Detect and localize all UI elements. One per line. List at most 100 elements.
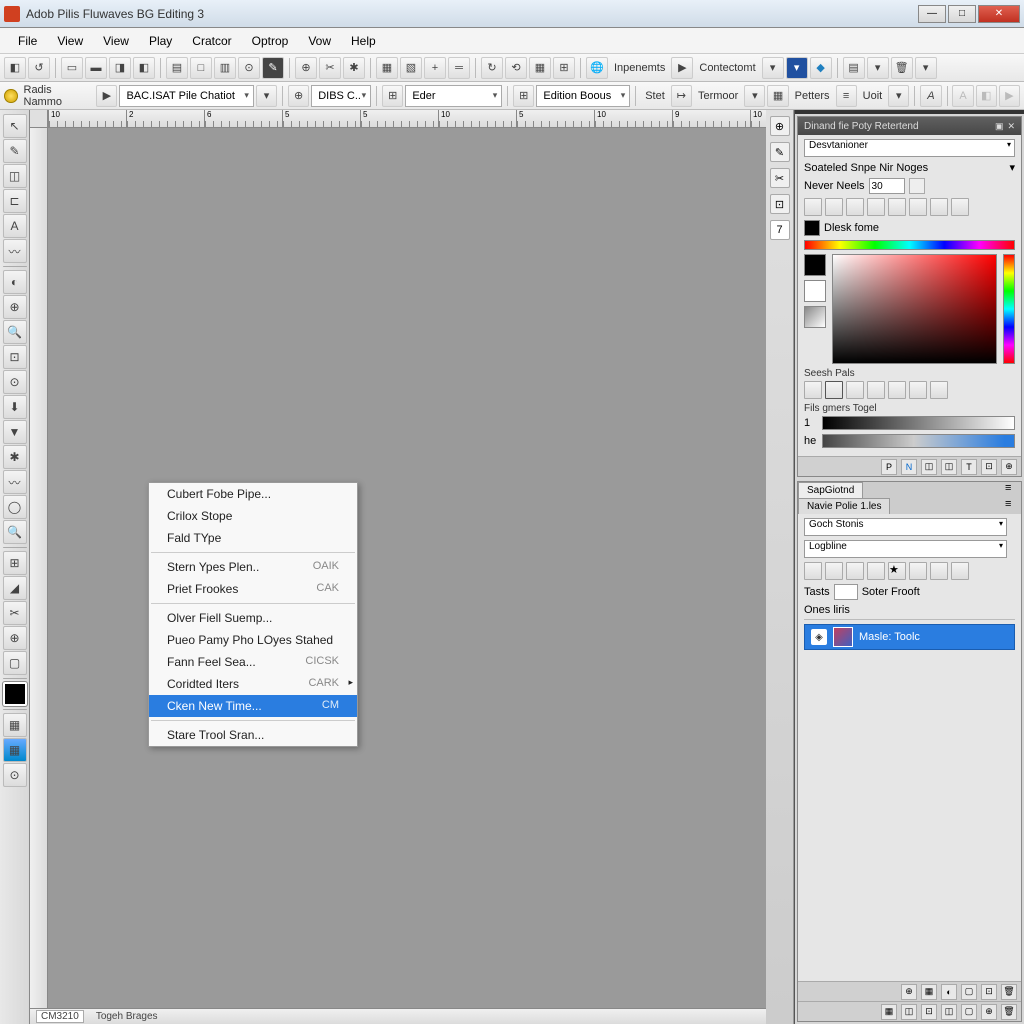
color-well-bg[interactable]: [804, 280, 826, 302]
close-icon[interactable]: ✕: [1007, 121, 1015, 132]
tool-icon[interactable]: ⬇: [3, 395, 27, 419]
tool-btn[interactable]: ▾: [786, 57, 808, 79]
tool-btn[interactable]: ⊕: [288, 85, 309, 107]
tool-btn[interactable]: ⊞: [553, 57, 575, 79]
tab-navie[interactable]: Navie Polie 1.les: [798, 498, 890, 514]
menu-view-2[interactable]: View: [93, 30, 139, 52]
text-a-icon[interactable]: A: [920, 85, 941, 107]
context-menu-item[interactable]: Coridted ItersCARK▸: [149, 673, 357, 695]
plus-icon[interactable]: +: [424, 57, 446, 79]
tool-icon[interactable]: ✱: [3, 445, 27, 469]
icon-btn[interactable]: [804, 381, 822, 399]
context-menu-item[interactable]: Pueo Pamy Pho LOyes Stahed: [149, 629, 357, 651]
tool-btn[interactable]: ↻: [481, 57, 503, 79]
desvtanioner-dropdown[interactable]: Desvtanioner: [804, 139, 1015, 157]
type-tool-icon[interactable]: A: [3, 214, 27, 238]
tool-icon[interactable]: ⊙: [3, 763, 27, 787]
tool-btn[interactable]: ⊞: [513, 85, 534, 107]
pointer-tool-icon[interactable]: ↖: [3, 114, 27, 138]
footer-icon[interactable]: ⊕: [1001, 459, 1017, 475]
icon-btn[interactable]: [825, 198, 843, 216]
tool-btn[interactable]: ≡: [836, 85, 857, 107]
maximize-button[interactable]: □: [948, 5, 976, 23]
layer-row[interactable]: ◈ Masle: Toolc: [804, 624, 1015, 650]
tool-btn[interactable]: ▦: [376, 57, 398, 79]
edition-dropdown[interactable]: Edition Boous: [536, 85, 630, 107]
foreground-color-swatch[interactable]: [3, 682, 27, 706]
icon-btn[interactable]: [909, 562, 927, 580]
icon-btn[interactable]: [930, 562, 948, 580]
gradient-bar-2[interactable]: [822, 434, 1015, 448]
trash-icon[interactable]: 🗑: [891, 57, 913, 79]
logbline-dropdown[interactable]: Logbline: [804, 540, 1007, 558]
context-menu-item[interactable]: Crilox Stope: [149, 505, 357, 527]
tool-btn[interactable]: ═: [448, 57, 470, 79]
play-icon[interactable]: ▶: [671, 57, 693, 79]
tool-btn[interactable]: ▦: [767, 85, 788, 107]
tool-btn[interactable]: ▧: [400, 57, 422, 79]
icon-btn[interactable]: [846, 198, 864, 216]
footer-icon[interactable]: ◫: [921, 459, 937, 475]
chatiot-dropdown[interactable]: BAC.ISAT Pile Chatiot: [119, 85, 253, 107]
tool-btn[interactable]: ⊙: [238, 57, 260, 79]
tool-btn[interactable]: ✱: [343, 57, 365, 79]
close-button[interactable]: ✕: [978, 5, 1020, 23]
color-well[interactable]: [804, 220, 820, 236]
icon-btn[interactable]: [867, 381, 885, 399]
menu-view-1[interactable]: View: [47, 30, 93, 52]
tool-btn[interactable]: ◨: [109, 57, 131, 79]
footer-icon[interactable]: ▢: [961, 1004, 977, 1020]
footer-icon[interactable]: ⊡: [981, 984, 997, 1000]
footer-icon[interactable]: ⊡: [921, 1004, 937, 1020]
icon-btn[interactable]: [867, 562, 885, 580]
context-menu-item[interactable]: Cubert Fobe Pipe...: [149, 483, 357, 505]
icon-btn[interactable]: [951, 198, 969, 216]
gradient-bar-1[interactable]: [822, 416, 1015, 430]
icon-btn[interactable]: [825, 381, 843, 399]
tab-sapgiotnd[interactable]: SapGiotnd: [798, 482, 863, 498]
marquee-tool-icon[interactable]: ◫: [3, 164, 27, 188]
tool-icon[interactable]: ▼: [3, 420, 27, 444]
menu-play[interactable]: Play: [139, 30, 182, 52]
canvas[interactable]: Cubert Fobe Pipe...Crilox StopeFald TYpe…: [48, 128, 766, 1008]
footer-icon[interactable]: ▦: [881, 1004, 897, 1020]
visibility-icon[interactable]: ◈: [811, 629, 827, 645]
dibs-dropdown[interactable]: DIBS C..: [311, 85, 371, 107]
dock-icon[interactable]: ✂: [770, 168, 790, 188]
chevron-down-icon[interactable]: ▾: [744, 85, 765, 107]
tool-icon[interactable]: ◢: [3, 576, 27, 600]
hue-vertical[interactable]: [1003, 254, 1015, 364]
icon-btn[interactable]: [804, 198, 822, 216]
trash-icon[interactable]: 🗑: [1001, 1004, 1017, 1020]
tool-btn[interactable]: ↺: [28, 57, 50, 79]
chevron-down-icon[interactable]: ▾: [762, 57, 784, 79]
chevron-down-icon[interactable]: ▾: [867, 57, 889, 79]
context-menu-item[interactable]: Cken New Time...CM: [149, 695, 357, 717]
menu-cratcor[interactable]: Cratcor: [182, 30, 241, 52]
tool-btn[interactable]: ⊕: [295, 57, 317, 79]
icon-btn[interactable]: [909, 381, 927, 399]
icon-btn[interactable]: [888, 198, 906, 216]
context-menu-item[interactable]: Fald TYpe: [149, 527, 357, 549]
gem-icon[interactable]: ◆: [810, 57, 832, 79]
tool-btn[interactable]: ▦: [529, 57, 551, 79]
zoom-tool-icon[interactable]: 🔍: [3, 520, 27, 544]
pencil-tool-icon[interactable]: ✎: [3, 139, 27, 163]
color-well-alt[interactable]: [804, 306, 826, 328]
star-icon[interactable]: ★: [888, 562, 906, 580]
zoom-tool-icon[interactable]: 🔍: [3, 320, 27, 344]
icon-btn[interactable]: [825, 562, 843, 580]
icon-btn[interactable]: [930, 198, 948, 216]
crop-tool-icon[interactable]: ⊏: [3, 189, 27, 213]
flag-icon[interactable]: ▶: [999, 85, 1020, 107]
menu-file[interactable]: File: [8, 30, 47, 52]
tool-icon[interactable]: ⊕: [3, 295, 27, 319]
trash-icon[interactable]: 🗑: [1001, 984, 1017, 1000]
footer-icon[interactable]: P: [881, 459, 897, 475]
globe-icon[interactable]: 🌐: [586, 57, 608, 79]
chevron-down-icon[interactable]: ▾: [256, 85, 277, 107]
icon-btn[interactable]: [888, 381, 906, 399]
tool-icon[interactable]: ◯: [3, 495, 27, 519]
icon-btn[interactable]: [909, 178, 925, 194]
footer-icon[interactable]: ◐: [941, 984, 957, 1000]
